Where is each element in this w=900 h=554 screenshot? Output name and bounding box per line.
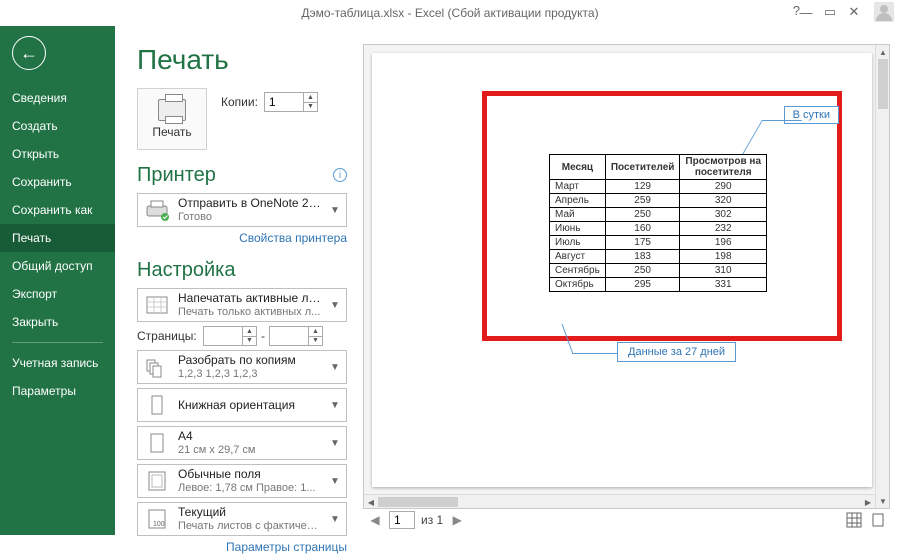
copies-label: Копии: [221, 95, 258, 109]
paper-icon [142, 429, 172, 457]
titlebar: Дэмо-таблица.xlsx - Excel (Сбой активаци… [0, 0, 900, 26]
margins-select[interactable]: Обычные поля Левое: 1,78 см Правое: 1...… [137, 464, 347, 498]
pages-to-input[interactable] [270, 327, 308, 345]
print-button-label: Печать [152, 125, 191, 139]
svg-text:100: 100 [153, 521, 165, 528]
sidebar-item[interactable]: Общий доступ [0, 252, 115, 280]
printer-select[interactable]: Отправить в OneNote 2013 Готово ▼ [137, 193, 347, 227]
next-page-button[interactable]: ▶ [449, 512, 465, 528]
scroll-left-icon[interactable]: ◀ [364, 495, 378, 509]
show-margins-icon[interactable] [846, 512, 862, 528]
chevron-down-icon: ▼ [328, 514, 342, 525]
printer-properties-link[interactable]: Свойства принтера [137, 231, 347, 245]
pages-from-input[interactable] [204, 327, 242, 345]
preview-status-bar: ◀ из 1 ▶ [363, 509, 890, 531]
account-avatar[interactable] [874, 2, 894, 22]
data-table: МесяцПосетителейПросмотров напосетителяМ… [549, 154, 767, 292]
highlight-box: В сутки МесяцПосетителейПросмотров напос… [482, 91, 842, 341]
table-header: Просмотров напосетителя [680, 155, 767, 180]
sidebar-item[interactable]: Сохранить [0, 168, 115, 196]
sidebar-item[interactable]: Открыть [0, 140, 115, 168]
chevron-down-icon: ▼ [328, 205, 342, 216]
chevron-down-icon: ▼ [328, 300, 342, 311]
print-preview: В сутки МесяцПосетителейПросмотров напос… [363, 44, 890, 509]
preview-page: В сутки МесяцПосетителейПросмотров напос… [372, 53, 872, 487]
collate-icon [142, 353, 172, 381]
scaling-select[interactable]: 100 Текущий Печать листов с фактическ...… [137, 502, 347, 536]
page-setup-link[interactable]: Параметры страницы [137, 540, 347, 554]
copies-input[interactable] [265, 93, 303, 111]
pages-label: Страницы: [137, 329, 199, 343]
scroll-up-icon[interactable]: ▲ [876, 45, 890, 59]
paper-size-select[interactable]: A4 21 см x 29,7 см ▼ [137, 426, 347, 460]
printer-icon [158, 99, 186, 121]
table-row: Сентябрь250310 [550, 264, 767, 278]
chevron-down-icon: ▼ [328, 362, 342, 373]
page-heading: Печать [137, 44, 347, 76]
close-button[interactable]: ✕ [844, 3, 864, 21]
table-row: Март129290 [550, 180, 767, 194]
print-what-select[interactable]: Напечатать активные листы Печать только … [137, 288, 347, 322]
sidebar-item[interactable]: Параметры [0, 377, 115, 405]
vertical-scrollbar[interactable]: ▲ ▼ [875, 45, 889, 508]
printer-device-icon [142, 196, 172, 224]
callout-top: В сутки [784, 106, 839, 124]
zoom-to-page-icon[interactable] [870, 512, 886, 528]
table-row: Май250302 [550, 208, 767, 222]
prev-page-button[interactable]: ◀ [367, 512, 383, 528]
page-number-input[interactable] [390, 512, 414, 528]
sidebar-item[interactable]: Сохранить как [0, 196, 115, 224]
table-row: Июль175196 [550, 236, 767, 250]
pages-to[interactable]: ▲▼ [269, 326, 323, 346]
table-header: Посетителей [605, 155, 680, 180]
info-icon[interactable]: i [333, 168, 347, 182]
sidebar-item[interactable]: Печать [0, 224, 115, 252]
collate-select[interactable]: Разобрать по копиям 1,2,3 1,2,3 1,2,3 ▼ [137, 350, 347, 384]
chevron-down-icon: ▼ [328, 476, 342, 487]
copies-up[interactable]: ▲ [304, 93, 317, 103]
table-row: Июнь160232 [550, 222, 767, 236]
horizontal-scrollbar[interactable]: ◀ ▶ [364, 494, 875, 508]
table-header: Месяц [550, 155, 606, 180]
page-number[interactable] [389, 511, 415, 529]
orientation-select[interactable]: Книжная ориентация ▼ [137, 388, 347, 422]
portrait-icon [142, 391, 172, 419]
margins-icon [142, 467, 172, 495]
window-title: Дэмо-таблица.xlsx - Excel (Сбой активаци… [301, 6, 598, 20]
backstage-sidebar: ← СведенияСоздатьОткрытьСохранитьСохрани… [0, 26, 115, 535]
scaling-icon: 100 [142, 505, 172, 533]
minimize-button[interactable]: — [796, 3, 816, 21]
sidebar-item[interactable]: Закрыть [0, 308, 115, 336]
sidebar-item[interactable]: Создать [0, 112, 115, 140]
printer-section-heading: Принтер i [137, 164, 347, 187]
table-row: Апрель259320 [550, 194, 767, 208]
scroll-down-icon[interactable]: ▼ [876, 494, 890, 508]
sidebar-separator [12, 342, 103, 343]
sidebar-item[interactable]: Учетная запись [0, 349, 115, 377]
copies-down[interactable]: ▼ [304, 103, 317, 112]
scroll-thumb[interactable] [378, 497, 458, 507]
back-button[interactable]: ← [12, 36, 46, 70]
scroll-thumb[interactable] [878, 59, 888, 109]
sheets-icon [142, 291, 172, 319]
table-row: Октябрь295331 [550, 278, 767, 292]
sidebar-item[interactable]: Экспорт [0, 280, 115, 308]
copies-spinner[interactable]: ▲ ▼ [264, 92, 318, 112]
settings-section-heading: Настройка [137, 259, 347, 282]
print-button[interactable]: Печать [137, 88, 207, 150]
pages-from[interactable]: ▲▼ [203, 326, 257, 346]
maximize-button[interactable]: ▭ [820, 3, 840, 21]
page-of-label: из 1 [421, 513, 443, 527]
chevron-down-icon: ▼ [328, 400, 342, 411]
table-row: Август183198 [550, 250, 767, 264]
sidebar-item[interactable]: Сведения [0, 84, 115, 112]
scroll-right-icon[interactable]: ▶ [861, 495, 875, 509]
chevron-down-icon: ▼ [328, 438, 342, 449]
